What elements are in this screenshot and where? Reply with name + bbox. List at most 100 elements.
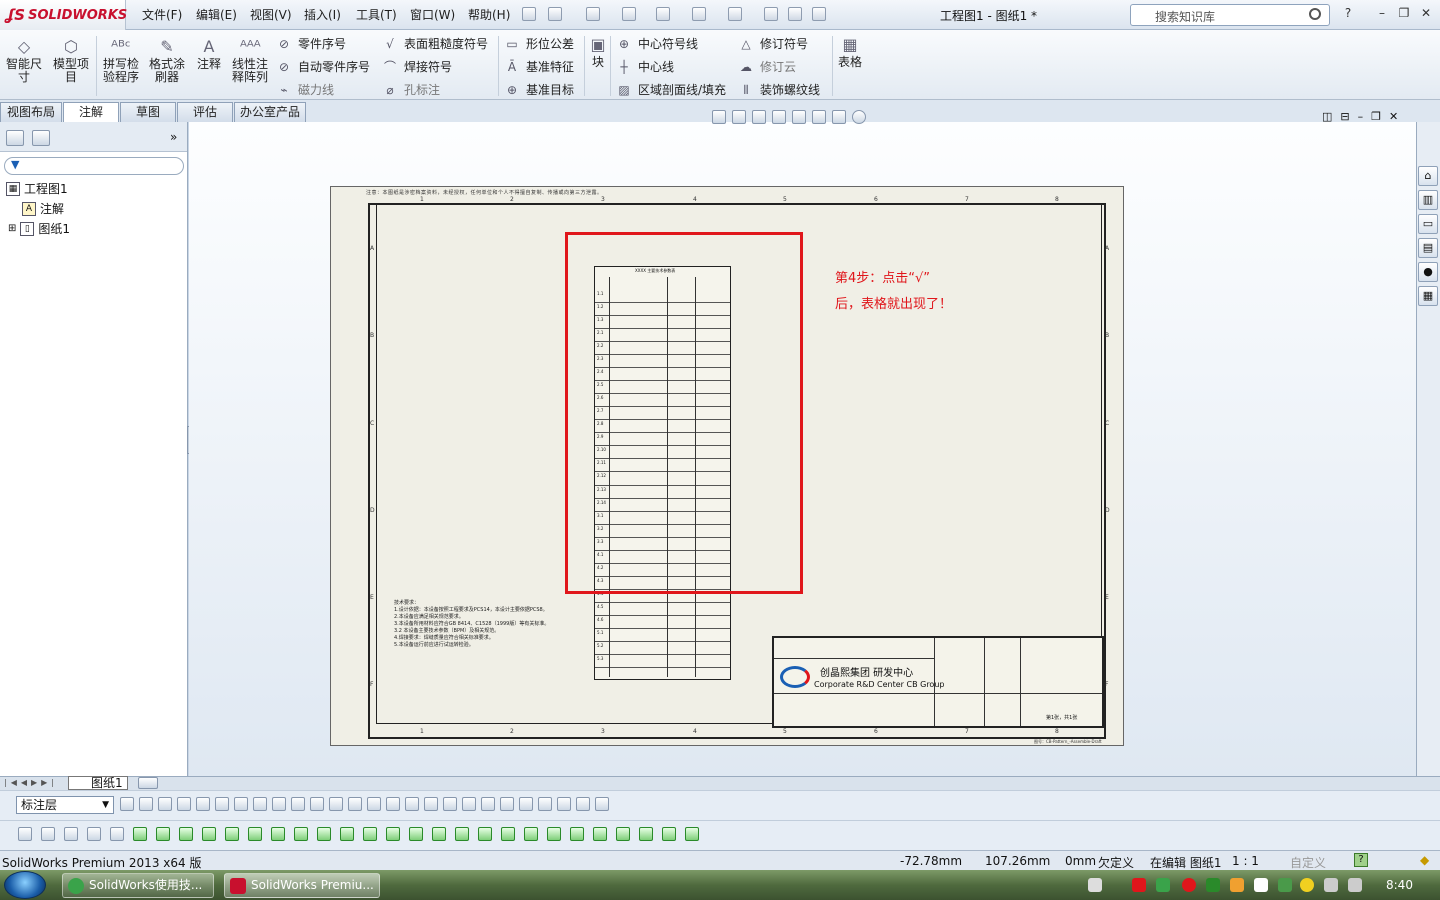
custom-properties-icon[interactable]: ▦	[1418, 286, 1438, 306]
point-icon[interactable]	[271, 827, 285, 841]
block-button[interactable]: ▣ 块	[588, 36, 608, 69]
move-icon[interactable]	[524, 827, 538, 841]
previous-view-icon[interactable]	[752, 110, 766, 124]
zoom-to-fit-icon[interactable]	[712, 110, 726, 124]
filter-edges-icon[interactable]	[64, 827, 78, 841]
taskbar-item-solidworks[interactable]: SolidWorks Premiu...	[224, 873, 380, 898]
tree-item-annotations[interactable]: A 注解	[22, 200, 64, 217]
tray-check-icon[interactable]	[1156, 878, 1170, 892]
distribute-icon[interactable]	[234, 797, 248, 811]
color-icon[interactable]	[196, 797, 210, 811]
title-block[interactable]: 创晶熙集团 研发中心 Corporate R&D Center CB Group…	[772, 636, 1104, 728]
tree-item-sheet1[interactable]: ⊞ ▯ 图纸1	[8, 220, 70, 237]
layer-properties-icon[interactable]	[158, 797, 172, 811]
trim-icon[interactable]	[409, 827, 423, 841]
restore-icon[interactable]: ❐	[1396, 6, 1412, 20]
expand-panel-icon[interactable]: »	[170, 130, 177, 144]
minimize-icon[interactable]: –	[1374, 6, 1390, 20]
fillet-icon[interactable]	[340, 827, 354, 841]
display-relations-icon[interactable]	[685, 827, 699, 841]
spline-icon[interactable]	[248, 827, 262, 841]
menu-view[interactable]: 视图(V)	[250, 6, 292, 23]
search-icon[interactable]	[1309, 8, 1321, 20]
tray-app-icon[interactable]	[1132, 878, 1146, 892]
grab-icon[interactable]	[110, 827, 124, 841]
ortho-icon[interactable]	[500, 797, 514, 811]
sheet-nav-arrows-icon[interactable]: |◀◀▶▶|	[4, 778, 58, 787]
centerline-sketch-icon[interactable]	[294, 827, 308, 841]
flag-icon[interactable]	[1254, 878, 1268, 892]
close-icon[interactable]: ✕	[1418, 6, 1434, 20]
scale-icon[interactable]	[595, 797, 609, 811]
rotate-icon[interactable]	[519, 797, 533, 811]
view-palette-icon[interactable]: ▤	[1418, 238, 1438, 258]
doc-close-icon[interactable]: ✕	[1389, 110, 1398, 123]
split-horizontal-icon[interactable]: ⊟	[1340, 110, 1349, 123]
status-units[interactable]: 自定义	[1290, 854, 1326, 871]
arc-icon[interactable]	[225, 827, 239, 841]
rebuild-icon[interactable]	[764, 7, 778, 21]
rebuild-view-icon[interactable]	[772, 110, 786, 124]
tray-green-icon[interactable]	[1206, 878, 1220, 892]
circle-icon[interactable]	[202, 827, 216, 841]
smart-dimension-button[interactable]: ◇ 智能尺 寸	[4, 38, 44, 84]
rotate-sketch-icon[interactable]	[547, 827, 561, 841]
fix-icon[interactable]	[662, 827, 676, 841]
tab-sketch[interactable]: 草图	[120, 102, 176, 122]
tab-evaluate[interactable]: 评估	[177, 102, 233, 122]
line-icon[interactable]	[133, 827, 147, 841]
menu-tools[interactable]: 工具(T)	[356, 6, 397, 23]
paste-icon[interactable]	[576, 797, 590, 811]
grid-icon[interactable]	[462, 797, 476, 811]
keyboard-icon[interactable]	[1088, 878, 1102, 892]
revision-cloud-button[interactable]: ☁ 修订云	[738, 58, 796, 75]
hide-edges-icon[interactable]	[177, 797, 191, 811]
filter-vertices-icon[interactable]	[41, 827, 55, 841]
lock-icon[interactable]	[329, 797, 343, 811]
expand-icon[interactable]: ⊞	[8, 223, 16, 234]
pin-icon[interactable]	[522, 7, 536, 21]
menu-insert[interactable]: 插入(I)	[304, 6, 341, 23]
table-button[interactable]: ▦ 表格	[836, 36, 864, 69]
tree-root[interactable]: ▦ 工程图1	[6, 180, 68, 197]
select-filter-icon[interactable]	[18, 827, 32, 841]
snap-icon[interactable]	[481, 797, 495, 811]
format-painter-button[interactable]: ✎ 格式涂 刷器	[146, 38, 188, 84]
split-vertical-icon[interactable]: ◫	[1322, 110, 1332, 123]
menu-file[interactable]: 文件(F)	[142, 6, 182, 23]
weld-symbol-button[interactable]: ⌒ 焊接符号	[382, 58, 452, 75]
tab-annotation[interactable]: 注解	[63, 102, 119, 123]
start-button[interactable]	[4, 871, 46, 899]
sheet-tab-1[interactable]: 图纸1	[68, 776, 128, 790]
center-icon[interactable]	[443, 797, 457, 811]
bring-front-icon[interactable]	[253, 797, 267, 811]
group-icon[interactable]	[291, 797, 305, 811]
linear-note-pattern-button[interactable]: ᴬᴬᴬ 线性注 释阵列	[228, 38, 272, 84]
align-left-icon[interactable]	[348, 797, 362, 811]
search-input[interactable]: 搜索知识库	[1130, 4, 1330, 26]
file-properties-icon[interactable]	[788, 7, 802, 21]
tray-security-icon[interactable]	[1182, 878, 1196, 892]
file-explorer-icon[interactable]: ▭	[1418, 214, 1438, 234]
copy-icon[interactable]	[557, 797, 571, 811]
zoom-to-area-icon[interactable]	[732, 110, 746, 124]
print-icon[interactable]	[656, 7, 670, 21]
pattern-icon[interactable]	[501, 827, 515, 841]
feature-tree-tab-icon[interactable]	[6, 130, 24, 146]
chamfer-icon[interactable]	[363, 827, 377, 841]
solidworks-logo[interactable]: ʆS SOLIDWORKS	[0, 0, 127, 30]
construction-icon[interactable]	[616, 827, 630, 841]
area-hatch-button[interactable]: ▨ 区域剖面线/填充	[616, 81, 726, 98]
model-items-button[interactable]: ⬡ 模型项 目	[50, 38, 92, 84]
revision-symbol-button[interactable]: △ 修订符号	[738, 35, 808, 52]
align-bottom-icon[interactable]	[405, 797, 419, 811]
extend-icon[interactable]	[432, 827, 446, 841]
hole-callout-button[interactable]: ⌀ 孔标注	[382, 81, 440, 98]
grid-snap-icon[interactable]	[639, 827, 653, 841]
select-icon[interactable]	[728, 7, 742, 21]
pointer-icon[interactable]	[87, 827, 101, 841]
line-style-icon[interactable]	[120, 797, 134, 811]
save-icon[interactable]	[622, 7, 636, 21]
tray-plus-icon[interactable]	[1300, 878, 1314, 892]
volume-icon[interactable]	[1348, 878, 1362, 892]
